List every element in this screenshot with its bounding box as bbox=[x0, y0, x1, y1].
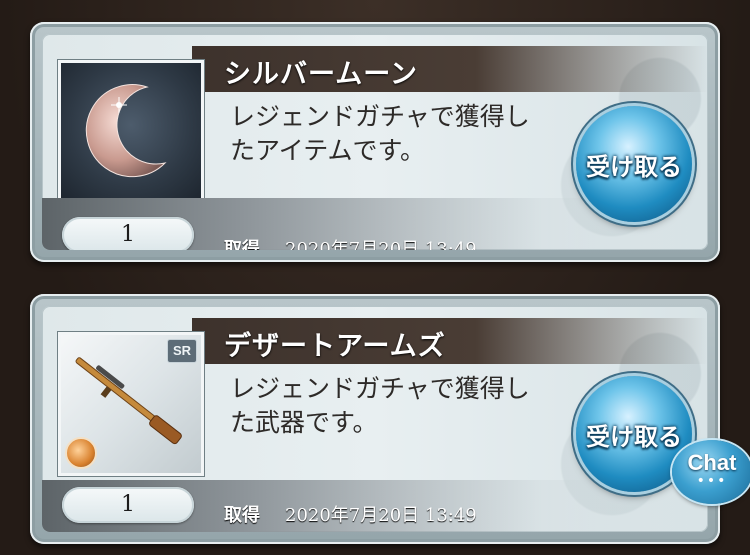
item-description: レジェンドガチャで獲得し た武器です。 bbox=[230, 372, 590, 440]
item-name: シルバームーン bbox=[224, 59, 418, 90]
receive-button[interactable]: 受け取る bbox=[576, 106, 692, 222]
chat-button[interactable]: Chat ••• bbox=[672, 440, 750, 504]
quantity-badge: 1 bbox=[62, 217, 194, 250]
description-line-1: レジェンドガチャで獲得し bbox=[230, 102, 530, 131]
gift-card-silver-moon: シルバームーン レジェンドガチャで獲得し たアイテムです。 1 取得 2020年… bbox=[30, 22, 720, 262]
chat-dots: ••• bbox=[696, 473, 728, 489]
acquired-label: 取得 bbox=[224, 505, 260, 526]
quantity-badge: 1 bbox=[62, 487, 194, 523]
gift-card-desert-arms: デザートアームズ SR レジェンドガチャで獲得し た武器です。 1 取得 202… bbox=[30, 294, 720, 544]
description-line-2: た武器です。 bbox=[230, 408, 378, 437]
rifle-weapon-icon: SR bbox=[58, 332, 204, 476]
description-line-1: レジェンドガチャで獲得し bbox=[230, 374, 530, 403]
item-name: デザートアームズ bbox=[224, 331, 446, 362]
silver-moon-icon bbox=[58, 60, 204, 204]
receive-button-label: 受け取る bbox=[586, 152, 682, 181]
element-icon bbox=[65, 437, 97, 469]
acquired-date: 2020年7月20日 13:49 bbox=[285, 505, 477, 526]
item-description: レジェンドガチャで獲得し たアイテムです。 bbox=[230, 100, 590, 168]
description-line-2: たアイテムです。 bbox=[230, 136, 426, 165]
acquired-label: 取得 bbox=[224, 239, 260, 250]
acquired-date: 2020年7月20日 13:49 bbox=[285, 239, 477, 250]
rarity-badge: SR bbox=[167, 339, 197, 363]
receive-button-label: 受け取る bbox=[586, 422, 682, 451]
